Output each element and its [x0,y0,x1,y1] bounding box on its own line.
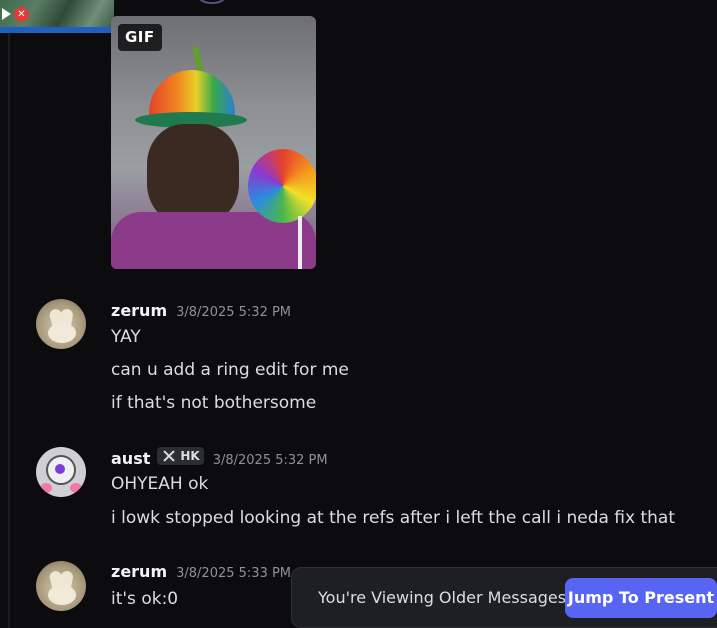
clan-tag-badge[interactable]: HK [157,447,204,465]
clan-tag-label: HK [180,449,200,463]
older-messages-text: You're Viewing Older Messages [318,588,567,607]
thumbnail-taskbar [0,27,114,33]
message-text: OHYEAH ok [111,474,209,494]
play-icon[interactable] [2,8,11,20]
gif-image-detail [298,216,302,269]
message-text: i lowk stopped looking at the refs after… [111,508,676,528]
message-header: aust HK 3/8/2025 5:32 PM [111,447,328,468]
gif-attachment[interactable]: GIF [111,16,316,269]
message-text: if that's not bothersome [111,393,317,413]
jump-to-present-button[interactable]: Jump To Present [565,578,717,618]
message-header: zerum 3/8/2025 5:33 PM [111,562,291,582]
username[interactable]: zerum [111,301,167,320]
older-messages-bar: You're Viewing Older Messages Jump To Pr… [291,567,717,628]
gif-image-detail [147,124,239,224]
close-icon[interactable]: ✕ [14,7,29,22]
message-timestamp: 3/8/2025 5:32 PM [212,453,328,468]
message-timestamp: 3/8/2025 5:33 PM [176,566,292,581]
message-text: YAY [111,327,141,347]
username[interactable]: zerum [111,562,167,581]
avatar[interactable] [36,561,86,611]
gif-image-detail [248,149,316,223]
crossed-swords-icon [161,449,177,463]
message-text: can u add a ring edit for me [111,360,349,380]
avatar[interactable] [36,447,86,497]
message-header: zerum 3/8/2025 5:32 PM [111,301,291,321]
video-thumbnail[interactable]: ✕ [0,0,114,33]
message-timestamp: 3/8/2025 5:32 PM [176,305,292,320]
username[interactable]: aust [111,449,150,468]
message-text: it's ok:0 [111,589,179,609]
avatar[interactable] [36,299,86,349]
gif-badge: GIF [118,24,162,51]
reaction-avatar [194,0,230,4]
chat-left-divider [8,0,10,628]
